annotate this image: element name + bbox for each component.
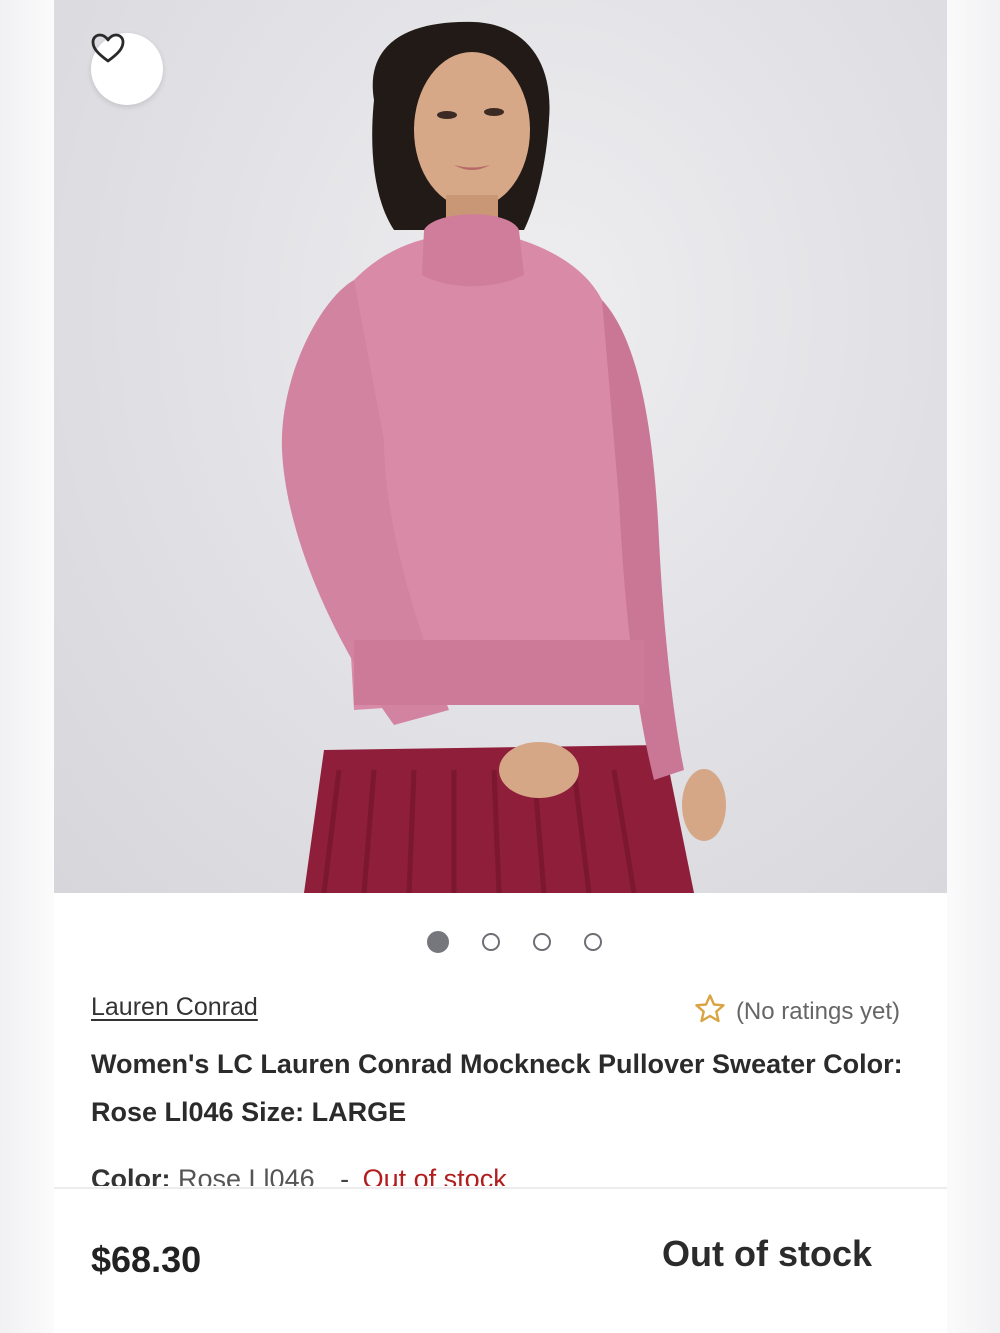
product-image[interactable] <box>54 0 947 893</box>
product-title: Women's LC Lauren Conrad Mockneck Pullov… <box>91 1049 903 1127</box>
favorite-button[interactable] <box>91 33 163 105</box>
carousel-dot-4[interactable] <box>583 933 602 951</box>
color-separator: - <box>340 1164 350 1186</box>
image-carousel-indicator <box>54 931 947 953</box>
color-value: Rose Ll046 <box>178 1164 315 1186</box>
color-label: Color: <box>91 1164 171 1186</box>
product-page: Lauren Conrad (No ratings yet) Women's L… <box>0 0 1000 1333</box>
out-of-stock-button[interactable]: Out of stock <box>662 1233 872 1275</box>
product-card: Lauren Conrad (No ratings yet) Women's L… <box>54 0 947 1333</box>
color-stock-status: Out of stock <box>362 1164 507 1186</box>
product-photo-illustration <box>281 21 726 893</box>
color-selection-row: Color: Rose Ll046 - Out of stock <box>91 1160 507 1186</box>
purchase-bar: $68.30 Out of stock <box>54 1187 947 1333</box>
carousel-dot-3[interactable] <box>532 933 551 951</box>
carousel-dot-1[interactable] <box>426 931 449 953</box>
star-outline-icon <box>694 993 726 1030</box>
rating-summary[interactable]: (No ratings yet) <box>694 993 900 1030</box>
product-price: $68.30 <box>91 1239 202 1280</box>
carousel-dot-2[interactable] <box>481 933 500 951</box>
brand-link[interactable]: Lauren Conrad <box>91 993 258 1022</box>
rating-text: (No ratings yet) <box>735 997 900 1025</box>
